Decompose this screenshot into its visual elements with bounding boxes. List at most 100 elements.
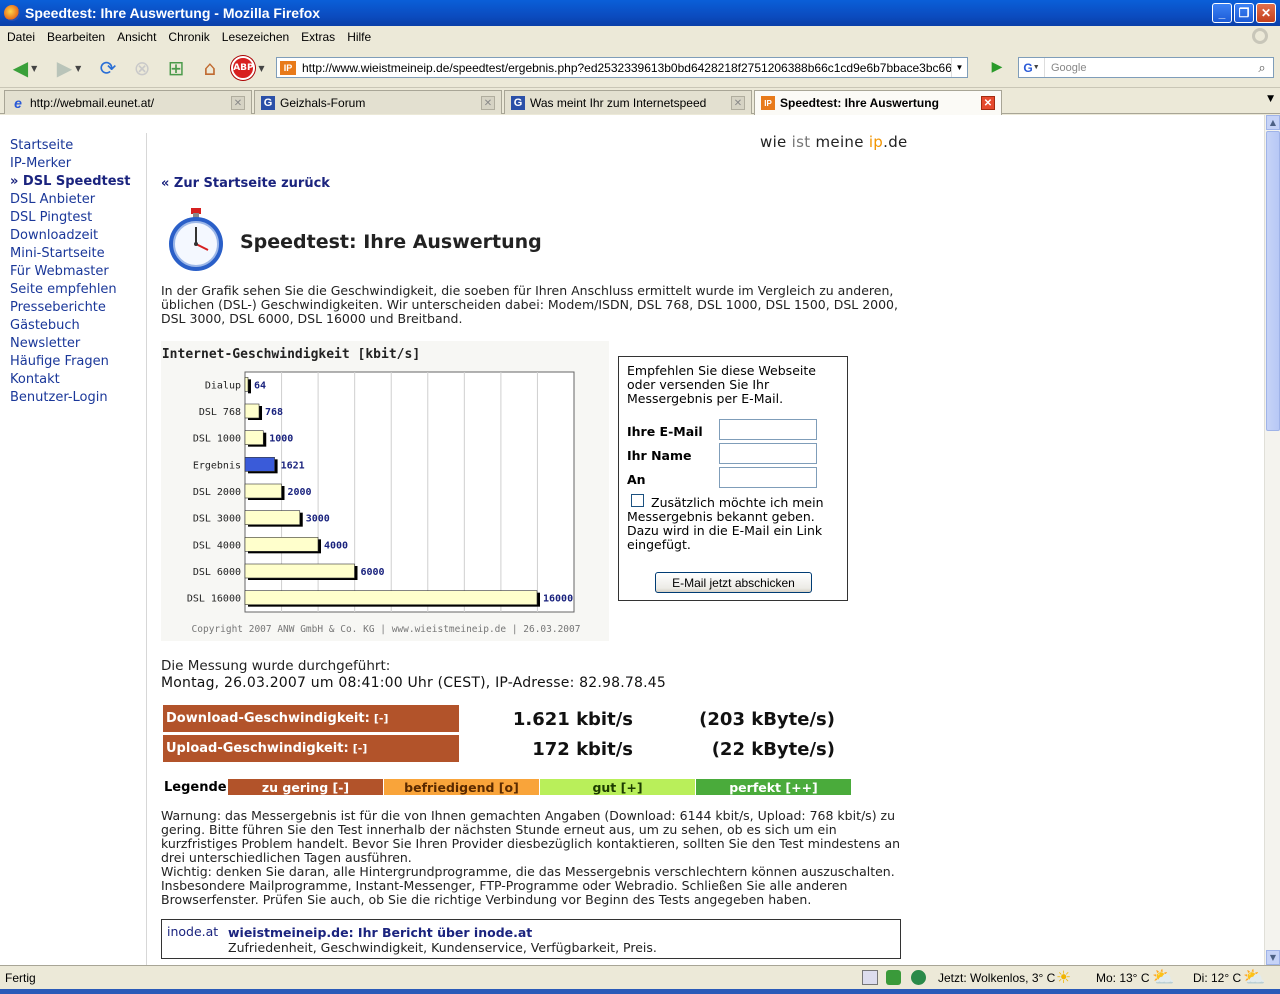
- close-tab-icon[interactable]: ✕: [981, 96, 995, 110]
- chart-value-label: 768: [265, 407, 283, 418]
- search-icon[interactable]: ⌕: [1253, 59, 1271, 76]
- sidebar-item-dsl-anbieter[interactable]: DSL Anbieter: [10, 191, 145, 209]
- sidebar-item-seite-empfehlen[interactable]: Seite empfehlen: [10, 281, 145, 299]
- tab-speedtest[interactable]: IP Speedtest: Ihre Auswertung ✕: [754, 90, 1002, 115]
- sidebar-item-dsl-pingtest[interactable]: DSL Pingtest: [10, 209, 145, 227]
- close-button[interactable]: ✕: [1256, 3, 1276, 23]
- sidebar-item-benutzer-login[interactable]: Benutzer-Login: [10, 389, 145, 407]
- scroll-up-icon[interactable]: ▲: [1266, 115, 1280, 130]
- sidebar-item-downloadzeit[interactable]: Downloadzeit: [10, 227, 145, 245]
- sidebar-item-kontakt[interactable]: Kontakt: [10, 371, 145, 389]
- search-box[interactable]: G ▼ Google ⌕: [1018, 57, 1274, 78]
- menu-ansicht[interactable]: Ansicht: [117, 30, 162, 44]
- tab-internetspeed[interactable]: G Was meint Ihr zum Internetspeed ✕: [504, 90, 752, 114]
- logo-part: ist: [791, 133, 811, 151]
- weather-now[interactable]: Jetzt: Wolkenlos, 3° C: [938, 971, 1055, 985]
- close-tab-icon[interactable]: ✕: [731, 96, 745, 110]
- maximize-button[interactable]: ❐: [1234, 3, 1254, 23]
- close-tab-icon[interactable]: ✕: [231, 96, 245, 110]
- menu-datei[interactable]: Datei: [7, 30, 41, 44]
- url-text: http://www.wieistmeineip.de/speedtest/er…: [302, 60, 968, 75]
- email-label: Ihre E-Mail: [627, 424, 703, 439]
- sidebar-item-dsl-speedtest[interactable]: » DSL Speedtest: [10, 173, 145, 191]
- menu-bearbeiten[interactable]: Bearbeiten: [47, 30, 111, 44]
- sidebar-item-fuer-webmaster[interactable]: Für Webmaster: [10, 263, 145, 281]
- provider-report-box: inode.at wieistmeineip.de: Ihr Bericht ü…: [161, 919, 901, 959]
- vertical-scrollbar[interactable]: ▲ ▼: [1264, 115, 1280, 965]
- chart-category-label: Ergebnis: [193, 460, 241, 471]
- site-logo[interactable]: wie ist meine ip.de: [760, 133, 908, 151]
- search-input[interactable]: Google: [1051, 62, 1086, 74]
- tab-list-icon[interactable]: ▼: [1267, 94, 1274, 104]
- ip-icon: IP: [761, 96, 775, 110]
- menu-hilfe[interactable]: Hilfe: [347, 30, 377, 44]
- measurement-details: Montag, 26.03.2007 um 08:41:00 Uhr (CEST…: [161, 675, 666, 691]
- share-result-text: Zusätzlich möchte ich mein Messergebnis …: [627, 495, 824, 552]
- minimize-button[interactable]: _: [1212, 3, 1232, 23]
- important-paragraph: Wichtig: denken Sie daran, alle Hintergr…: [161, 864, 895, 907]
- chart-category-label: DSL 3000: [193, 514, 241, 525]
- chart-value-label: 64: [254, 380, 266, 391]
- chart-bar: [244, 430, 264, 445]
- chart-value-label: 16000: [543, 594, 573, 605]
- chart-value-label: 4000: [324, 540, 348, 551]
- tab-webmail[interactable]: e http://webmail.eunet.at/ ✕: [4, 90, 252, 114]
- email-field[interactable]: [719, 419, 817, 440]
- sidebar-item-mini-startseite[interactable]: Mini-Startseite: [10, 245, 145, 263]
- scroll-thumb[interactable]: [1266, 131, 1280, 431]
- chart-value-label: 2000: [288, 487, 312, 498]
- send-email-button[interactable]: E-Mail jetzt abschicken: [655, 572, 812, 593]
- back-button[interactable]: ◀ ▼: [5, 54, 45, 82]
- logo-part: .de: [883, 133, 908, 151]
- sidebar-divider: [146, 133, 147, 965]
- page-info-icon[interactable]: [862, 970, 878, 985]
- sidebar-item-newsletter[interactable]: Newsletter: [10, 335, 145, 353]
- weather-tuesday[interactable]: Di: 12° C: [1193, 971, 1241, 985]
- sidebar-item-haeufige-fragen[interactable]: Häufige Fragen: [10, 353, 145, 371]
- sidebar-item-presseberichte[interactable]: Presseberichte: [10, 299, 145, 317]
- google-icon[interactable]: G ▼: [1019, 58, 1045, 77]
- intro-text: In der Grafik sehen Sie die Geschwindigk…: [161, 283, 898, 326]
- new-tab-icon[interactable]: ⊞: [162, 54, 190, 82]
- firefox-icon: [4, 5, 20, 21]
- stop-icon[interactable]: ⊗: [128, 54, 156, 82]
- chart-category-label: DSL 1000: [193, 434, 241, 445]
- forward-button[interactable]: ▶ ▼: [48, 54, 90, 82]
- provider-name[interactable]: inode.at: [167, 924, 218, 939]
- tab-label: http://webmail.eunet.at/: [30, 95, 155, 110]
- adblock-icon[interactable]: ABP ▼: [230, 54, 266, 82]
- chart-title: Internet-Geschwindigkeit [kbit/s]: [162, 347, 420, 362]
- name-field[interactable]: [719, 443, 817, 464]
- weather-monday[interactable]: Mo: 13° C: [1096, 971, 1149, 985]
- close-tab-icon[interactable]: ✕: [481, 96, 495, 110]
- download-label: Download-Geschwindigkeit: [-]: [163, 705, 459, 732]
- url-bar[interactable]: IP http://www.wieistmeineip.de/speedtest…: [276, 57, 968, 78]
- back-to-home-link[interactable]: « Zur Startseite zurück: [161, 176, 330, 191]
- scroll-down-icon[interactable]: ▼: [1266, 950, 1280, 965]
- legend-good: gut [+]: [540, 779, 695, 795]
- sidebar-item-ip-merker[interactable]: IP-Merker: [10, 155, 145, 173]
- chart-copyright: Copyright 2007 ANW GmbH & Co. KG | www.w…: [192, 624, 581, 635]
- legend-perfect: perfekt [++]: [696, 779, 851, 795]
- globe-icon[interactable]: [911, 970, 926, 985]
- reload-icon[interactable]: ⟳: [94, 54, 122, 82]
- url-dropdown-icon[interactable]: ▼: [951, 58, 967, 77]
- provider-report-link[interactable]: wieistmeineip.de: Ihr Bericht über inode…: [228, 925, 532, 940]
- menu-extras[interactable]: Extras: [301, 30, 341, 44]
- name-label: Ihr Name: [627, 448, 692, 463]
- home-icon[interactable]: ⌂: [196, 54, 224, 82]
- sidebar-item-startseite[interactable]: Startseite: [10, 137, 145, 155]
- logo-part: meine: [815, 133, 864, 151]
- chart-category-label: DSL 4000: [193, 540, 241, 551]
- to-field[interactable]: [719, 467, 817, 488]
- go-button[interactable]: ▶: [986, 56, 1008, 78]
- status-text: Fertig: [5, 970, 36, 985]
- tab-geizhals-forum[interactable]: G Geizhals-Forum ✕: [254, 90, 502, 114]
- sidebar-item-gaestebuch[interactable]: Gästebuch: [10, 317, 145, 335]
- chart-bar: [244, 403, 260, 419]
- addon-icon[interactable]: [886, 970, 901, 985]
- menu-chronik[interactable]: Chronik: [168, 30, 215, 44]
- menu-lesezeichen[interactable]: Lesezeichen: [222, 30, 295, 44]
- share-result-checkbox[interactable]: [631, 494, 644, 507]
- chart-category-label: DSL 16000: [187, 594, 241, 605]
